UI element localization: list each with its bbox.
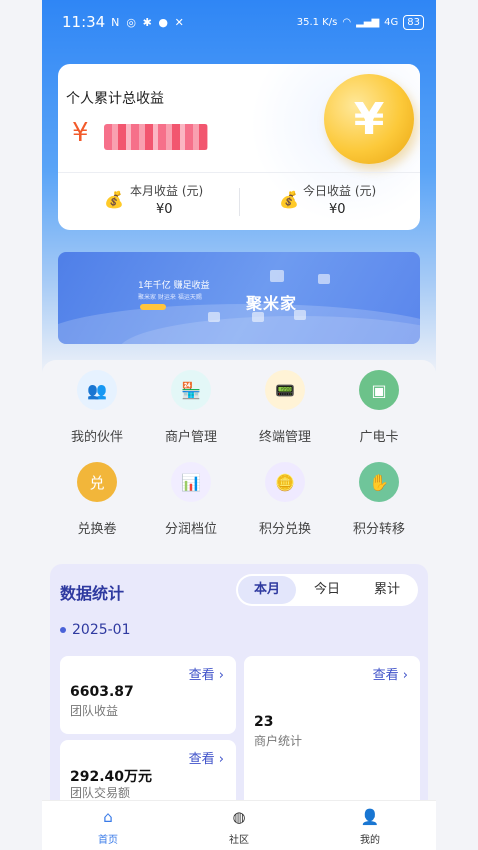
stats-title: 数据统计 <box>60 584 125 603</box>
feature-menu: 👥 我的伙伴 🏪 商户管理 📟 终端管理 ▣ 广电卡 兑 兑换卷 📊 分润档位 … <box>42 360 436 560</box>
points-transfer-icon: ✋ <box>359 462 399 502</box>
partners-icon: 👥 <box>77 370 117 410</box>
mute-icon: ✕ <box>174 15 184 29</box>
total-earnings-amount-redacted <box>104 124 208 150</box>
month-indicator: 2025-01 <box>60 622 131 638</box>
points-exchange-icon: 🪙 <box>265 462 305 502</box>
community-icon: ◍ <box>232 808 246 826</box>
money-bag-icon <box>270 270 284 282</box>
tab-community[interactable]: ◍ 社区 <box>209 807 269 846</box>
decor-tile <box>294 310 306 320</box>
menu-item-points-exchange[interactable]: 🪙 积分兑换 <box>238 458 332 538</box>
bullet-dot <box>60 627 66 633</box>
network-type: 4G <box>384 16 399 28</box>
month-label: 2025-01 <box>72 622 131 638</box>
currency-symbol: ¥ <box>72 118 89 148</box>
team-income-label: 团队收益 <box>70 704 119 718</box>
profile-icon: 👤 <box>360 808 380 826</box>
terminal-icon: 📟 <box>265 370 305 410</box>
alarm-icon: ◎ <box>126 15 137 29</box>
divider <box>58 172 420 173</box>
exchange-coupon-icon: 兑 <box>77 462 117 502</box>
money-bag-icon: 💰 <box>279 190 299 209</box>
banner-headline: 1年千亿 赚足收益 <box>138 281 210 291</box>
wifi-icon: ◠ <box>342 16 352 28</box>
tab-home[interactable]: ⌂ 首页 <box>78 807 138 846</box>
total-earnings-title: 个人累计总收益 <box>66 91 164 107</box>
bottom-tab-bar: ⌂ 首页 ◍ 社区 👤 我的 <box>42 800 436 850</box>
decor-tile <box>252 312 264 322</box>
earnings-card: ¥ 个人累计总收益 ¥ 💰 本月收益 (元) ¥0 💰 今日收益 (元) ¥0 <box>58 64 420 230</box>
signal-icon: ▂▄▆ <box>356 16 380 28</box>
bluetooth-icon: ✱ <box>142 15 152 29</box>
tab-this-month[interactable]: 本月 <box>238 576 296 604</box>
monthly-earnings: 💰 本月收益 (元) ¥0 <box>58 180 239 224</box>
status-bar: 11:34 N ◎ ✱ ● ✕ 35.1 K/s ◠ ▂▄▆ 4G 83 <box>42 0 436 44</box>
stats-card: 数据统计 本月 今日 累计 2025-01 查看 › 6603.87 团队收益 … <box>50 564 428 824</box>
view-team-income-link[interactable]: 查看 › <box>189 664 224 683</box>
team-income-tile: 查看 › 6603.87 团队收益 <box>60 656 236 734</box>
period-tabs: 本月 今日 累计 <box>236 574 418 606</box>
net-speed: 35.1 K/s <box>296 16 338 28</box>
merchant-count-label: 商户统计 <box>254 734 303 748</box>
team-income-value: 6603.87 <box>70 684 134 700</box>
store-icon: 🏪 <box>171 370 211 410</box>
tab-mine[interactable]: 👤 我的 <box>340 807 400 846</box>
decor-tile <box>318 274 330 284</box>
merchant-stats-tile: 查看 › 23 商户统计 <box>244 656 420 816</box>
menu-item-profit-levels[interactable]: 📊 分润档位 <box>144 458 238 538</box>
tab-cumulative[interactable]: 累计 <box>358 576 416 604</box>
money-bag-icon: 💰 <box>104 190 124 209</box>
menu-item-points-transfer[interactable]: ✋ 积分转移 <box>332 458 426 538</box>
view-team-volume-link[interactable]: 查看 › <box>189 748 224 767</box>
home-icon: ⌂ <box>103 808 113 826</box>
daily-earnings-label: 今日收益 (元) <box>303 184 377 198</box>
status-time: 11:34 <box>62 13 106 31</box>
banner-subline: 聚米家 财运来 福运天赐 <box>138 294 202 301</box>
app-screen: 11:34 N ◎ ✱ ● ✕ 35.1 K/s ◠ ▂▄▆ 4G 83 ¥ 个… <box>42 0 436 850</box>
merchant-count-value: 23 <box>254 714 274 730</box>
team-volume-value: 292.40万元 <box>70 769 153 785</box>
banner-button <box>140 304 166 310</box>
monthly-earnings-value: ¥0 <box>156 202 173 217</box>
menu-item-terminals[interactable]: 📟 终端管理 <box>238 366 332 446</box>
daily-earnings-value: ¥0 <box>329 202 346 217</box>
sim-card-icon: ▣ <box>359 370 399 410</box>
battery-indicator: 83 <box>403 14 424 30</box>
menu-item-sim-card[interactable]: ▣ 广电卡 <box>332 366 426 446</box>
menu-item-partners[interactable]: 👥 我的伙伴 <box>50 366 144 446</box>
menu-item-exchange-coupon[interactable]: 兑 兑换卷 <box>50 458 144 538</box>
yen-coin-icon: ¥ <box>324 74 414 164</box>
nfc-icon: N <box>111 15 120 29</box>
banner-brand: 聚米家 <box>246 294 298 313</box>
decor-tile <box>208 312 220 322</box>
menu-item-merchants[interactable]: 🏪 商户管理 <box>144 366 238 446</box>
profit-level-icon: 📊 <box>171 462 211 502</box>
monthly-earnings-label: 本月收益 (元) <box>130 184 204 198</box>
daily-earnings: 💰 今日收益 (元) ¥0 <box>239 180 420 224</box>
tab-today[interactable]: 今日 <box>298 576 356 604</box>
team-volume-label: 团队交易额 <box>70 786 131 800</box>
location-icon: ● <box>158 15 169 29</box>
promo-banner[interactable]: 1年千亿 赚足收益 聚米家 财运来 福运天赐 聚米家 <box>58 252 420 344</box>
view-merchants-link[interactable]: 查看 › <box>373 664 408 683</box>
